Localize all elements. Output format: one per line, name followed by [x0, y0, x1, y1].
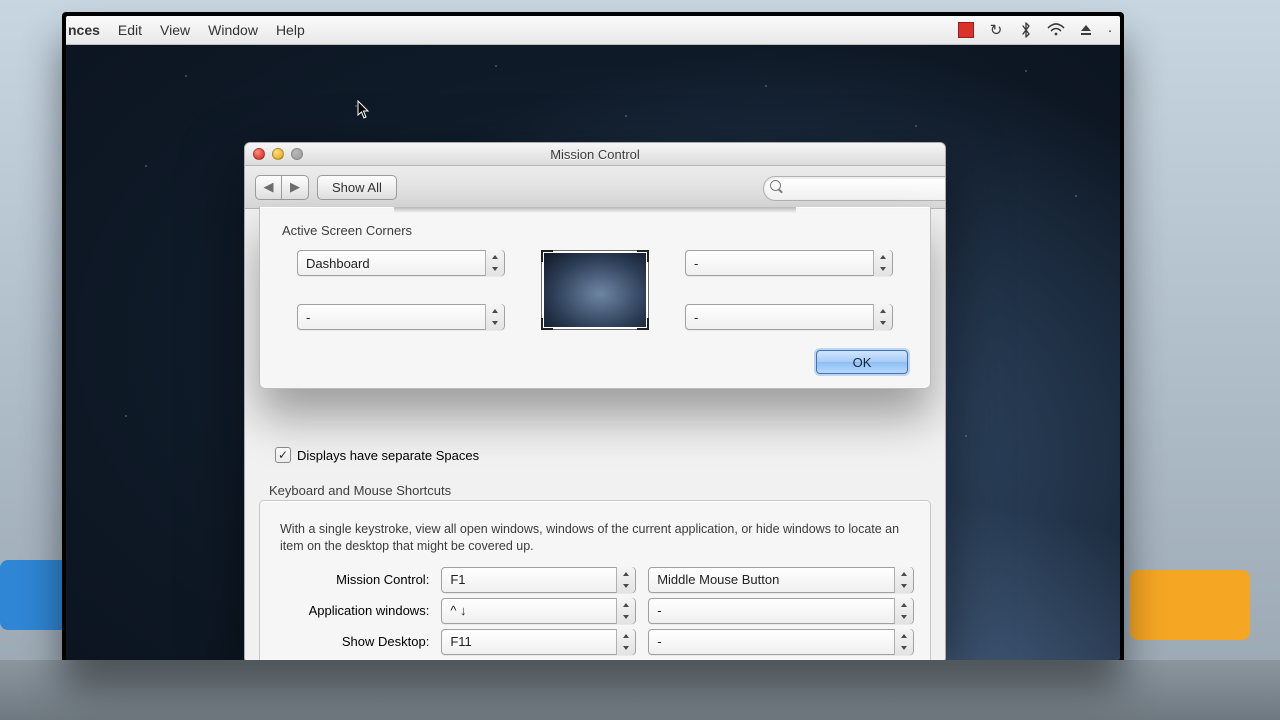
- separate-spaces-label: Displays have separate Spaces: [297, 448, 479, 463]
- corner-marker-tl: [541, 250, 553, 262]
- corner-select-value: Dashboard: [306, 256, 370, 271]
- desk-shadow: [0, 660, 1280, 720]
- corner-select-bottom-left[interactable]: -: [297, 304, 505, 330]
- corner-select-top-left[interactable]: Dashboard: [297, 250, 505, 276]
- shortcut-key-select[interactable]: F1: [441, 567, 636, 593]
- menu-window[interactable]: Window: [208, 22, 258, 38]
- search-field-wrap: [763, 176, 935, 199]
- ok-button[interactable]: OK: [816, 350, 908, 374]
- shortcut-label: Show Desktop:: [276, 634, 429, 649]
- corner-select-value: -: [306, 310, 310, 325]
- shortcut-key-select[interactable]: ^ ↓: [441, 598, 636, 624]
- shortcut-row-mission-control: Mission Control: F1 Middle Mouse Button: [276, 567, 914, 593]
- shortcut-key-select[interactable]: F11: [441, 629, 636, 655]
- shortcut-key-value: F11: [450, 634, 471, 649]
- window-title: Mission Control: [245, 147, 945, 162]
- window-toolbar: ◀ ▶ Show All: [245, 166, 945, 209]
- back-button[interactable]: ◀: [255, 175, 282, 200]
- forward-button[interactable]: ▶: [282, 175, 309, 200]
- corner-marker-tr: [637, 250, 649, 262]
- corner-select-value: -: [694, 256, 698, 271]
- shortcut-mouse-select[interactable]: Middle Mouse Button: [648, 567, 914, 593]
- menubar-app-name[interactable]: nces: [68, 22, 100, 38]
- hot-corners-sheet: Active Screen Corners Dashboard -: [259, 207, 931, 389]
- screen: nces Edit View Window Help ↻ ·: [66, 16, 1120, 660]
- wifi-icon[interactable]: [1046, 21, 1066, 39]
- pref-body: Active Screen Corners Dashboard -: [245, 207, 945, 660]
- shortcut-key-value: F1: [450, 572, 465, 587]
- separate-spaces-row[interactable]: ✓ Displays have separate Spaces: [275, 447, 931, 463]
- corner-select-value: -: [694, 310, 698, 325]
- shortcut-mouse-value: Middle Mouse Button: [657, 572, 779, 587]
- show-all-button[interactable]: Show All: [317, 175, 397, 200]
- eject-icon[interactable]: [1076, 21, 1096, 39]
- stepper-arrows-icon: [873, 304, 892, 330]
- menu-view[interactable]: View: [160, 22, 190, 38]
- shortcuts-panel: With a single keystroke, view all open w…: [259, 500, 931, 660]
- search-icon: [770, 180, 784, 194]
- folder-orange: [1130, 570, 1250, 640]
- corner-select-bottom-right[interactable]: -: [685, 304, 893, 330]
- scene-background: nces Edit View Window Help ↻ ·: [0, 0, 1280, 720]
- menu-help[interactable]: Help: [276, 22, 305, 38]
- stepper-arrows-icon: [485, 304, 504, 330]
- menubar-overflow-icon: ·: [1106, 21, 1114, 39]
- stepper-arrows-icon: [485, 250, 504, 276]
- nav-segment: ◀ ▶: [255, 175, 309, 200]
- system-preferences-window: Mission Control ◀ ▶ Show All: [244, 142, 946, 660]
- time-machine-icon[interactable]: ↻: [986, 21, 1006, 39]
- stepper-arrows-icon: [894, 567, 913, 593]
- stepper-arrows-icon: [616, 629, 635, 655]
- shortcuts-section-title: Keyboard and Mouse Shortcuts: [269, 483, 931, 498]
- shortcut-label: Mission Control:: [276, 572, 429, 587]
- hot-corners-title: Active Screen Corners: [282, 223, 912, 238]
- shortcut-key-value: ^ ↓: [450, 603, 466, 618]
- monitor-bezel: nces Edit View Window Help ↻ ·: [62, 12, 1124, 660]
- menu-edit[interactable]: Edit: [118, 22, 142, 38]
- shortcut-mouse-select[interactable]: -: [648, 629, 914, 655]
- shortcuts-help-text: With a single keystroke, view all open w…: [280, 521, 910, 555]
- corner-select-top-right[interactable]: -: [685, 250, 893, 276]
- menubar: nces Edit View Window Help ↻ ·: [66, 16, 1120, 45]
- shortcut-row-show-desktop: Show Desktop: F11 -: [276, 629, 914, 655]
- shortcut-label: Application windows:: [276, 603, 429, 618]
- checkbox-checked-icon[interactable]: ✓: [275, 447, 291, 463]
- shortcut-mouse-value: -: [657, 634, 661, 649]
- stepper-arrows-icon: [616, 598, 635, 624]
- stepper-arrows-icon: [894, 598, 913, 624]
- bluetooth-icon[interactable]: [1016, 21, 1036, 39]
- corner-preview-monitor: [541, 250, 649, 330]
- hot-corners-grid: Dashboard -: [278, 248, 912, 332]
- shortcut-row-application-windows: Application windows: ^ ↓ -: [276, 598, 914, 624]
- screen-record-icon[interactable]: [956, 21, 976, 39]
- window-titlebar[interactable]: Mission Control: [245, 143, 945, 166]
- stepper-arrows-icon: [616, 567, 635, 593]
- stepper-arrows-icon: [873, 250, 892, 276]
- shortcut-mouse-value: -: [657, 603, 661, 618]
- shortcut-mouse-select[interactable]: -: [648, 598, 914, 624]
- corner-marker-bl: [541, 318, 553, 330]
- corner-marker-br: [637, 318, 649, 330]
- stepper-arrows-icon: [894, 629, 913, 655]
- search-input[interactable]: [763, 176, 946, 201]
